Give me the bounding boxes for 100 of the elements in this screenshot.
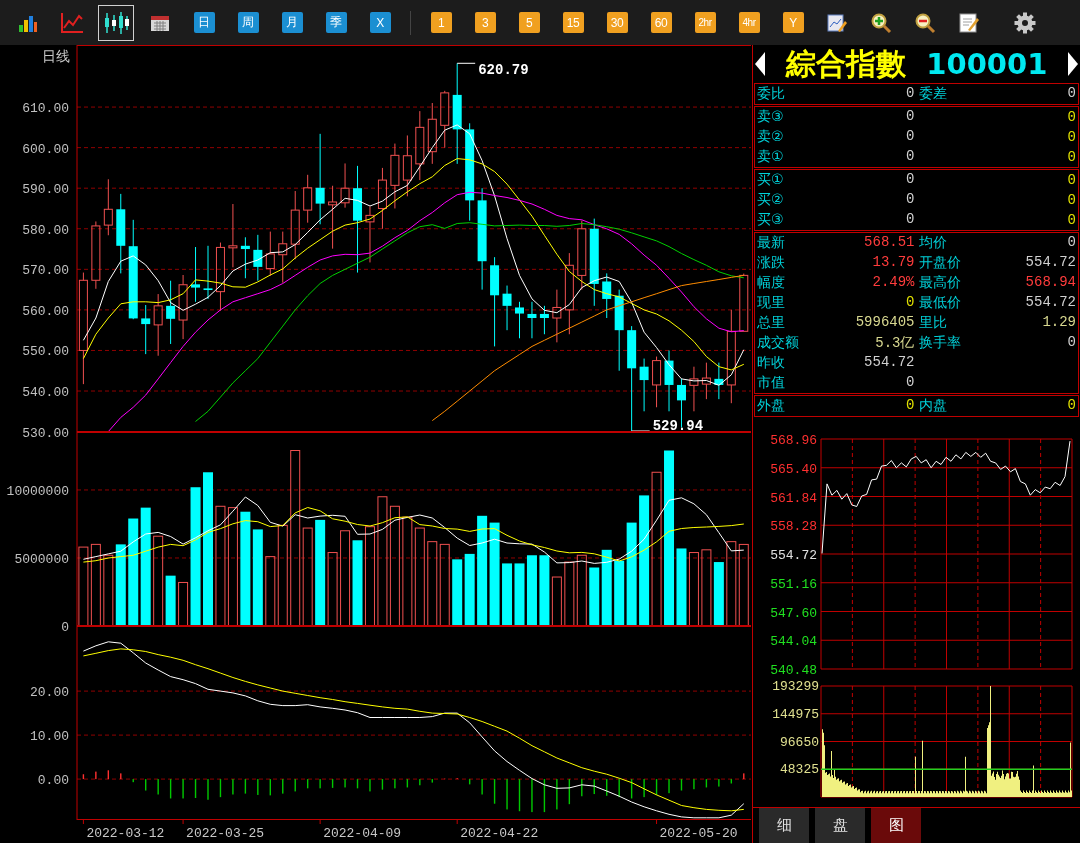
axis-label: 10.00 <box>30 729 69 745</box>
field-label: 买① <box>757 171 784 189</box>
field-label: 市值 <box>757 374 785 392</box>
axis-label: 20.00 <box>30 685 69 701</box>
axis-label: 551.16 <box>770 576 817 592</box>
axis-label: 590.00 <box>22 182 69 198</box>
field-value: 0 <box>1067 397 1076 415</box>
axis-label: 530.00 <box>22 425 69 441</box>
field-value: 554.72 <box>1025 254 1076 272</box>
view-tab[interactable]: 图 <box>871 808 921 843</box>
field-label: 委差 <box>918 85 947 103</box>
field-value: 0 <box>1067 192 1076 208</box>
axis-label: 540.48 <box>770 663 817 678</box>
axis-label: 193299 <box>772 679 819 694</box>
field-label: 幅度 <box>757 274 785 292</box>
period-button[interactable]: 月 <box>281 12 303 33</box>
field-value: 0 <box>906 294 915 312</box>
axis-label: 0.00 <box>37 773 69 789</box>
price-annotation: 529.94 <box>652 418 704 434</box>
index-code: 100001 <box>926 46 1048 83</box>
field-value: 0 <box>1067 212 1076 228</box>
field-value: 1.29 <box>1042 314 1076 332</box>
axis-label: 560.00 <box>22 303 69 319</box>
date-label: 2022-03-12 <box>86 826 165 841</box>
field-value: 0 <box>1067 109 1076 125</box>
field-label: 外盘 <box>757 397 785 415</box>
field-value: 13.79 <box>872 254 915 272</box>
field-value: 0 <box>1067 334 1076 352</box>
field-label: 涨跌 <box>757 254 785 272</box>
axis-label: 540.00 <box>22 385 69 401</box>
field-value: 0 <box>906 128 915 146</box>
field-label: 卖③ <box>757 108 784 126</box>
axis-label: 144975 <box>772 706 819 722</box>
field-value: 0 <box>906 374 915 392</box>
field-value: 5.3亿 <box>875 334 915 352</box>
field-label: 昨收 <box>757 354 785 372</box>
period-button[interactable]: X <box>369 12 391 33</box>
view-tab[interactable]: 盘 <box>815 808 865 843</box>
index-name: 綜合指數 <box>785 45 906 83</box>
field-value: 0 <box>906 211 915 229</box>
chart-title: 日线 <box>42 48 70 64</box>
axis-label: 550.00 <box>22 344 69 360</box>
view-tab[interactable]: 细 <box>759 808 809 843</box>
interval-button[interactable]: 30 <box>606 12 628 33</box>
axis-label: 544.04 <box>770 634 817 650</box>
field-label: 委比 <box>757 85 785 103</box>
price-annotation: 620.79 <box>478 62 529 79</box>
period-button[interactable]: 日 <box>193 12 215 33</box>
field-label: 最低价 <box>918 294 961 312</box>
axis-label: 600.00 <box>22 141 69 157</box>
interval-button[interactable]: 3 <box>474 12 496 33</box>
axis-label: 580.00 <box>22 222 69 238</box>
field-label: 里比 <box>918 314 947 332</box>
axis-label: 547.60 <box>770 605 817 621</box>
field-value: 0 <box>906 108 915 126</box>
date-label: 2022-04-09 <box>323 826 402 841</box>
period-button[interactable]: 周 <box>237 12 259 33</box>
field-label: 现里 <box>757 294 785 312</box>
field-label: 卖② <box>757 128 784 146</box>
field-value: 0 <box>906 397 915 415</box>
axis-label: 5000000 <box>14 552 69 567</box>
interval-button[interactable]: 60 <box>650 12 672 33</box>
field-value: 0 <box>1067 129 1076 145</box>
field-label: 总里 <box>757 314 785 332</box>
interval-button[interactable]: 2hr <box>694 12 716 33</box>
axis-label: 568.96 <box>770 433 817 448</box>
field-value: 5996405 <box>855 314 915 332</box>
field-value: 0 <box>1067 234 1076 252</box>
field-value: 0 <box>906 148 915 166</box>
date-label: 2022-05-20 <box>659 826 738 841</box>
field-value: 0 <box>906 191 915 209</box>
interval-button[interactable]: 5 <box>518 12 540 33</box>
field-label: 内盘 <box>918 397 947 415</box>
date-label: 2022-04-22 <box>460 826 539 841</box>
axis-label: 554.72 <box>770 548 817 563</box>
axis-label: 96650 <box>780 734 819 750</box>
interval-button[interactable]: Y <box>782 12 804 33</box>
interval-button[interactable]: 4hr <box>738 12 760 33</box>
field-label: 均价 <box>918 234 947 252</box>
field-value: 0 <box>1067 172 1076 188</box>
field-label: 卖① <box>757 148 784 166</box>
axis-label: 0 <box>61 620 69 635</box>
interval-button[interactable]: 15 <box>562 12 584 33</box>
date-label: 2022-03-25 <box>186 826 265 841</box>
field-value: 2.49% <box>872 274 915 292</box>
field-value: 0 <box>906 171 915 189</box>
field-value: 0 <box>1067 149 1076 165</box>
axis-label: 561.84 <box>770 490 817 506</box>
field-label: 最高价 <box>918 274 961 292</box>
field-value: 568.94 <box>1025 274 1076 292</box>
period-button[interactable]: 季 <box>325 12 347 33</box>
field-label: 买③ <box>757 211 784 229</box>
field-label: 换手率 <box>918 334 961 352</box>
field-value: 554.72 <box>1025 294 1076 312</box>
field-label: 买② <box>757 191 784 209</box>
field-label: 开盘价 <box>918 254 961 272</box>
field-label: 最新 <box>757 234 785 252</box>
field-value: 0 <box>906 85 915 103</box>
interval-button[interactable]: 1 <box>430 12 452 33</box>
axis-label: 10000000 <box>6 483 69 499</box>
